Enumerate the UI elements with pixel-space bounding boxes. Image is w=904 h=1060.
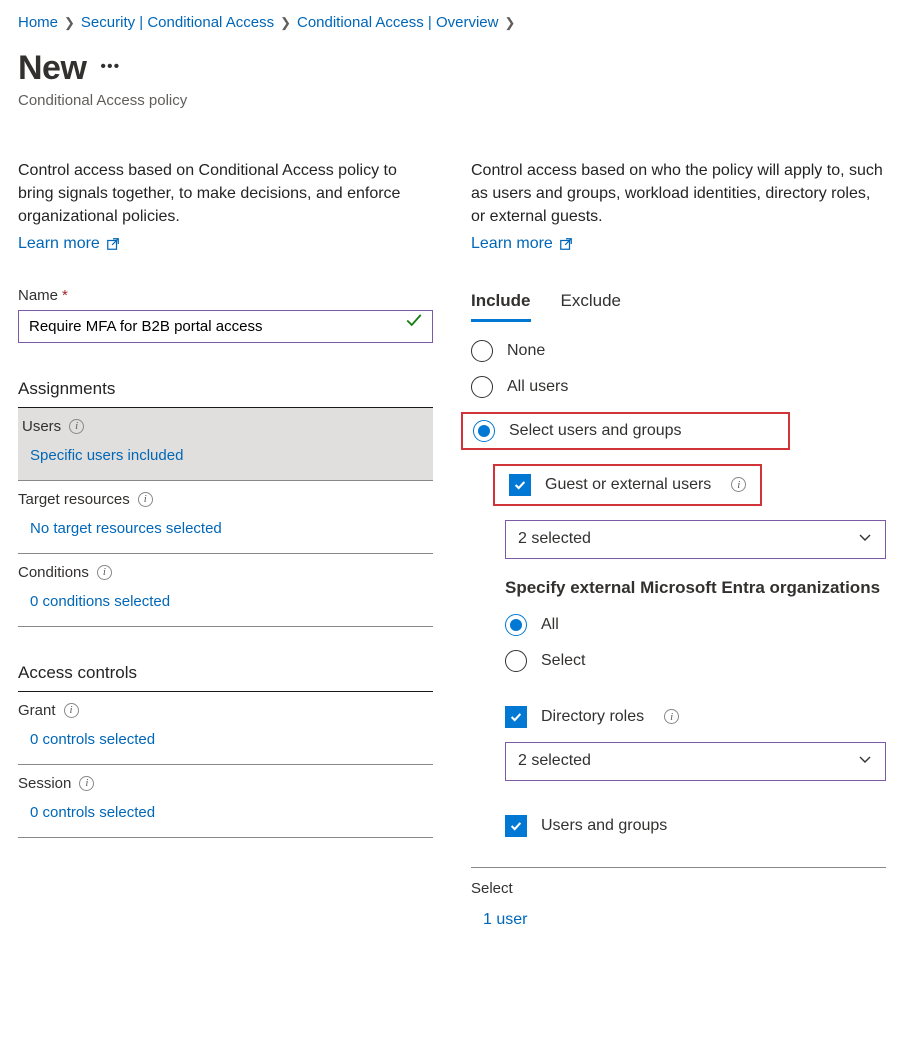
learn-more-link-left[interactable]: Learn more bbox=[18, 235, 120, 253]
policy-name-input[interactable] bbox=[18, 310, 433, 343]
info-icon[interactable]: i bbox=[97, 565, 112, 580]
session-section[interactable]: Session i bbox=[18, 765, 433, 794]
external-link-icon bbox=[106, 237, 120, 251]
radio-all-users[interactable]: All users bbox=[471, 376, 886, 398]
info-icon[interactable]: i bbox=[69, 419, 84, 434]
info-icon[interactable]: i bbox=[138, 492, 153, 507]
dropdown-value: 2 selected bbox=[518, 530, 591, 548]
conditions-link[interactable]: 0 conditions selected bbox=[18, 583, 433, 626]
users-summary-link[interactable]: Specific users included bbox=[18, 437, 433, 480]
radio-icon bbox=[471, 340, 493, 362]
radio-none[interactable]: None bbox=[471, 340, 886, 362]
breadcrumb: Home ❯ Security | Conditional Access ❯ C… bbox=[18, 14, 886, 31]
checkbox-directory-roles[interactable]: Directory roles i bbox=[505, 706, 886, 728]
checkbox-icon-checked bbox=[505, 815, 527, 837]
target-resources-link[interactable]: No target resources selected bbox=[18, 510, 433, 553]
checkbox-icon-checked bbox=[505, 706, 527, 728]
name-field-label: Name* bbox=[18, 287, 433, 304]
breadcrumb-ca-overview[interactable]: Conditional Access | Overview bbox=[297, 14, 498, 31]
checkbox-icon-checked bbox=[509, 474, 531, 496]
learn-more-label: Learn more bbox=[18, 235, 100, 253]
checkbox-users-and-groups[interactable]: Users and groups bbox=[505, 815, 886, 837]
tab-include[interactable]: Include bbox=[471, 291, 531, 322]
valid-check-icon bbox=[405, 312, 423, 335]
highlight-guest-external: Guest or external users i bbox=[493, 464, 762, 506]
page-subtitle: Conditional Access policy bbox=[18, 92, 886, 109]
radio-org-all[interactable]: All bbox=[505, 614, 886, 636]
include-exclude-tabs: Include Exclude bbox=[471, 291, 886, 322]
info-icon[interactable]: i bbox=[731, 477, 746, 492]
users-section[interactable]: Users i bbox=[18, 408, 433, 437]
chevron-down-icon bbox=[857, 751, 873, 772]
breadcrumb-separator: ❯ bbox=[64, 15, 75, 31]
breadcrumb-home[interactable]: Home bbox=[18, 14, 58, 31]
chevron-down-icon bbox=[857, 529, 873, 550]
info-icon[interactable]: i bbox=[664, 709, 679, 724]
grant-link[interactable]: 0 controls selected bbox=[18, 721, 433, 764]
target-resources-section[interactable]: Target resources i bbox=[18, 481, 433, 510]
radio-select-users-groups[interactable]: Select users and groups bbox=[473, 420, 778, 442]
radio-icon bbox=[505, 650, 527, 672]
radio-icon-selected bbox=[505, 614, 527, 636]
divider bbox=[471, 867, 886, 868]
info-icon[interactable]: i bbox=[64, 703, 79, 718]
external-link-icon bbox=[559, 237, 573, 251]
radio-org-select[interactable]: Select bbox=[505, 650, 886, 672]
specify-orgs-heading: Specify external Microsoft Entra organiz… bbox=[505, 577, 886, 600]
left-intro-text: Control access based on Conditional Acce… bbox=[18, 159, 433, 229]
required-asterisk: * bbox=[62, 287, 68, 304]
breadcrumb-separator: ❯ bbox=[280, 15, 291, 31]
learn-more-label: Learn more bbox=[471, 235, 553, 253]
right-intro-text: Control access based on who the policy w… bbox=[471, 159, 886, 229]
conditions-section[interactable]: Conditions i bbox=[18, 554, 433, 583]
learn-more-link-right[interactable]: Learn more bbox=[471, 235, 573, 253]
page-title: New bbox=[18, 49, 86, 88]
select-section-label: Select bbox=[471, 880, 886, 897]
info-icon[interactable]: i bbox=[79, 776, 94, 791]
grant-section[interactable]: Grant i bbox=[18, 692, 433, 721]
access-controls-heading: Access controls bbox=[18, 663, 433, 692]
breadcrumb-separator: ❯ bbox=[504, 15, 515, 31]
session-link[interactable]: 0 controls selected bbox=[18, 794, 433, 837]
more-actions-icon[interactable]: ••• bbox=[100, 59, 120, 79]
checkbox-guest-external-users[interactable]: Guest or external users i bbox=[509, 474, 746, 496]
assignments-heading: Assignments bbox=[18, 379, 433, 408]
breadcrumb-security-ca[interactable]: Security | Conditional Access bbox=[81, 14, 274, 31]
tab-exclude[interactable]: Exclude bbox=[561, 291, 621, 322]
guest-types-dropdown[interactable]: 2 selected bbox=[505, 520, 886, 559]
radio-icon bbox=[471, 376, 493, 398]
radio-icon-selected bbox=[473, 420, 495, 442]
directory-roles-dropdown[interactable]: 2 selected bbox=[505, 742, 886, 781]
dropdown-value: 2 selected bbox=[518, 752, 591, 770]
selected-users-link[interactable]: 1 user bbox=[471, 897, 886, 933]
highlight-select-users: Select users and groups bbox=[461, 412, 790, 450]
